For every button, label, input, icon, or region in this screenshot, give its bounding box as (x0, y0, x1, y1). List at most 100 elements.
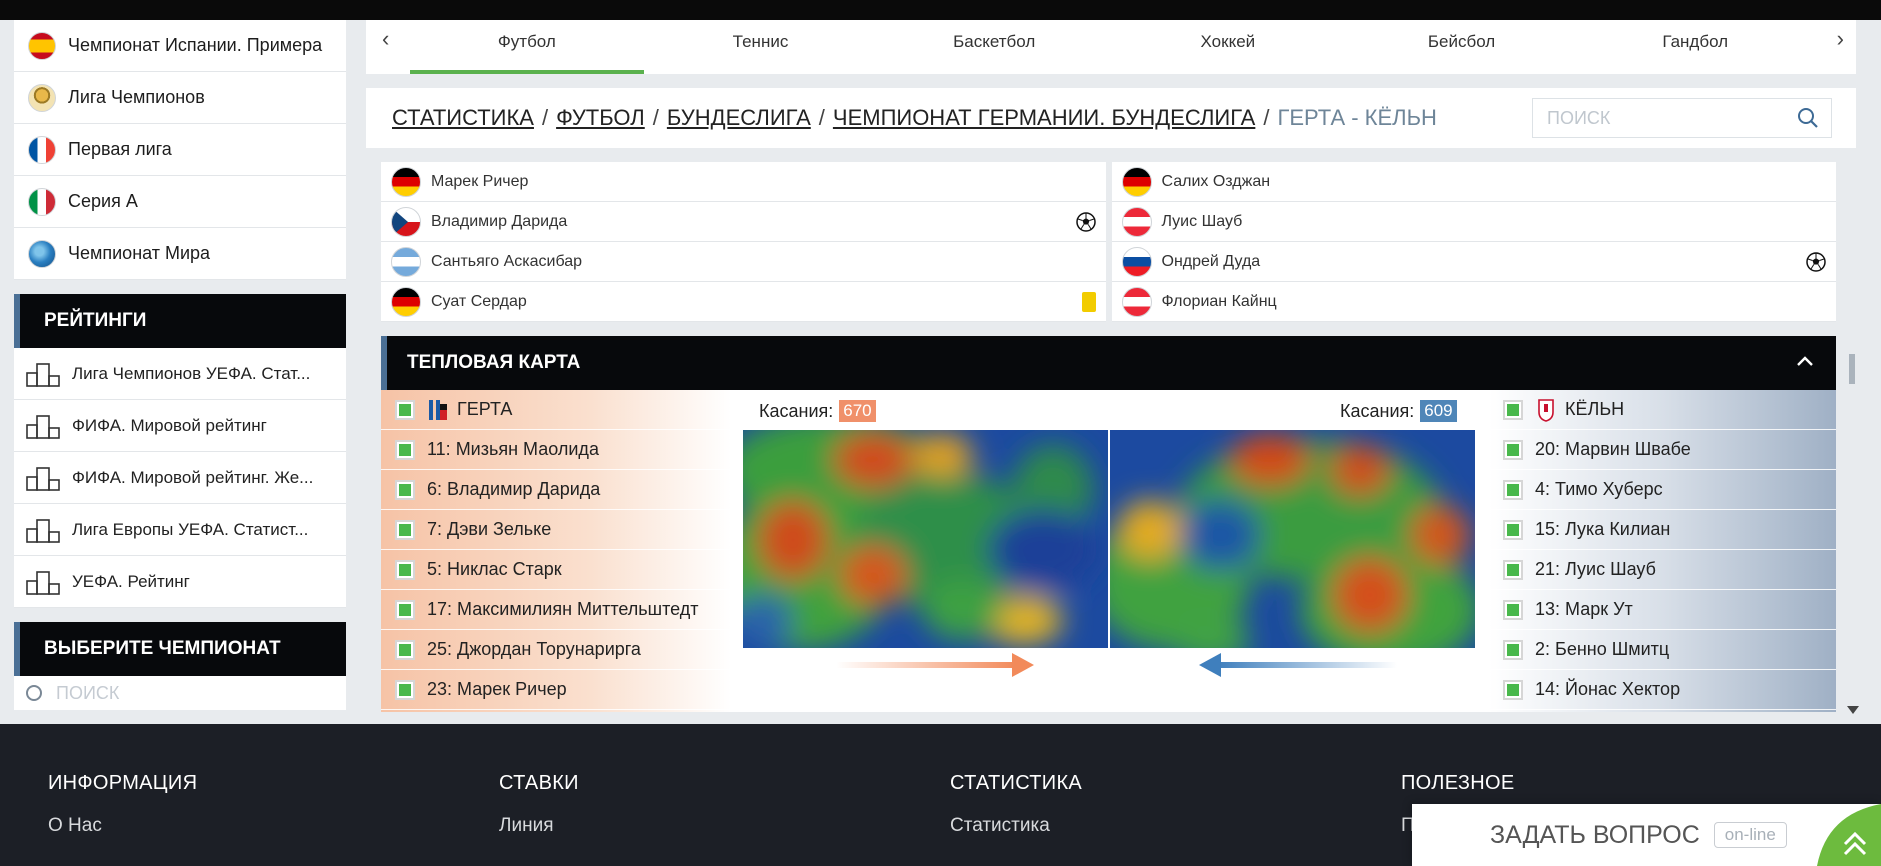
checkbox[interactable] (1503, 599, 1523, 620)
checkbox[interactable] (395, 679, 415, 700)
footer-link[interactable]: Статистика (950, 815, 1082, 837)
home-player-toggle[interactable]: 23: Марек Ричер (381, 670, 731, 710)
away-touches: Касания: 609 (1340, 400, 1457, 422)
sidebar-rating-item[interactable]: УЕФА. Рейтинг (14, 556, 346, 608)
ask-question-widget[interactable]: ЗАДАТЬ ВОПРОС on-line (1412, 804, 1881, 866)
chevron-right-icon[interactable]: › (1837, 26, 1844, 52)
slovakia-flag-icon (1121, 246, 1152, 277)
podium-icon (26, 362, 60, 387)
search-icon[interactable] (1797, 107, 1819, 129)
checkbox[interactable] (1503, 639, 1523, 660)
checkbox[interactable] (395, 519, 415, 540)
away-touches-count: 609 (1420, 400, 1457, 422)
away-team-toggle[interactable]: КЁЛЬН (1489, 390, 1836, 430)
home-player-toggle[interactable]: 11: Мизьян Маолида (381, 430, 731, 470)
home-player-toggle[interactable]: 5: Никлас Старк (381, 550, 731, 590)
lineups: Марек Ричер Владимир Дарида Сантьяго Аск… (381, 162, 1836, 322)
footer-link[interactable]: О Нас (48, 815, 197, 837)
player-name: 23: Марек Ричер (427, 679, 567, 699)
search-input[interactable]: ПОИСК (1532, 98, 1832, 138)
austria-flag-icon (1121, 206, 1152, 237)
checkbox[interactable] (1503, 399, 1523, 420)
rating-label: УЕФА. Рейтинг (72, 571, 190, 591)
scrollbar-thumb[interactable] (1849, 354, 1855, 384)
heatmap-heading[interactable]: ТЕПЛОВАЯ КАРТА (381, 336, 1836, 390)
lineup-row[interactable]: Марек Ричер (381, 162, 1106, 202)
home-touches-label: Касания: (759, 400, 834, 421)
checkbox[interactable] (395, 439, 415, 460)
checkbox[interactable] (395, 479, 415, 500)
sidebar-search-input[interactable]: ПОИСК (14, 676, 346, 710)
top-bar (0, 0, 1881, 20)
checkbox[interactable] (1503, 479, 1523, 500)
home-player-toggle[interactable]: 6: Владимир Дарида (381, 470, 731, 510)
sidebar-league-champions[interactable]: Лига Чемпионов (14, 72, 346, 124)
away-player-toggle[interactable]: 20: Марвин Швабе (1489, 430, 1836, 470)
breadcrumb-bundesliga[interactable]: БУНДЕСЛИГА (667, 105, 811, 131)
footer-link[interactable]: Линия (499, 815, 579, 837)
away-heatmap (1110, 430, 1475, 648)
sidebar-rating-item[interactable]: ФИФА. Мировой рейтинг. Же... (14, 452, 346, 504)
chevron-up-double-icon[interactable] (1817, 804, 1881, 866)
sidebar-league-italy[interactable]: Серия А (14, 176, 346, 228)
checkbox[interactable] (395, 399, 415, 420)
yellow-card-icon (1081, 292, 1096, 312)
lineup-row[interactable]: Флориан Кайнц (1111, 282, 1836, 322)
lineup-row[interactable]: Сантьяго Аскасибар (381, 242, 1106, 282)
sidebar-league-france[interactable]: Первая лига (14, 124, 346, 176)
player-name: 13: Марк Ут (1535, 599, 1633, 619)
checkbox[interactable] (1503, 559, 1523, 580)
podium-icon (26, 518, 60, 543)
tab-hockey[interactable]: Хоккей (1111, 20, 1345, 74)
tab-baseball[interactable]: Бейсбол (1345, 20, 1579, 74)
tab-basketball[interactable]: Баскетбол (877, 20, 1111, 74)
home-player-toggle[interactable]: 25: Джордан Торунарирга (381, 630, 731, 670)
player-name: 11: Мизьян Маолида (427, 439, 599, 459)
tab-tennis[interactable]: Теннис (644, 20, 878, 74)
home-player-toggle[interactable]: 17: Максимилиян Миттельштедт (381, 590, 731, 630)
checkbox[interactable] (1503, 679, 1523, 700)
home-player-toggle[interactable]: 7: Дэви Зельке (381, 510, 731, 550)
germany-flag-icon (391, 286, 421, 317)
main-content: ‹ Футбол Теннис Баскетбол Хоккей Бейсбол… (366, 20, 1856, 712)
rating-label: Лига Европы УЕФА. Статист... (72, 519, 309, 539)
away-player-toggle[interactable]: 13: Марк Ут (1489, 590, 1836, 630)
tab-handball[interactable]: Гандбол (1578, 20, 1812, 74)
player-name: 15: Лука Килиан (1535, 519, 1671, 539)
checkbox[interactable] (1503, 519, 1523, 540)
breadcrumb-statistics[interactable]: СТАТИСТИКА (392, 105, 534, 131)
away-player-toggle[interactable]: 15: Лука Килиан (1489, 510, 1836, 550)
lineup-row[interactable]: Владимир Дарида (381, 202, 1106, 242)
away-player-toggle[interactable]: 14: Йонас Хектор (1489, 670, 1836, 710)
heatmap-panel: ГЕРТА 11: Мизьян Маолида 6: Владимир Дар… (381, 390, 1836, 712)
breadcrumb-football[interactable]: ФУТБОЛ (556, 105, 645, 131)
tab-football[interactable]: Футбол (410, 20, 644, 74)
home-team-toggle[interactable]: ГЕРТА (381, 390, 731, 430)
sidebar-league-spain[interactable]: Чемпионат Испании. Примера (14, 20, 346, 72)
away-player-toggle[interactable]: 4: Тимо Хуберс (1489, 470, 1836, 510)
checkbox[interactable] (395, 599, 415, 620)
footer-col-bets: СТАВКИ Линия (499, 772, 579, 837)
sidebar-league-world[interactable]: Чемпионат Мира (14, 228, 346, 280)
away-player-toggle[interactable]: 21: Луис Шауб (1489, 550, 1836, 590)
checkbox[interactable] (1503, 439, 1523, 460)
lineup-row[interactable]: Суат Сердар (381, 282, 1106, 322)
away-player-toggle[interactable]: 2: Бенно Шмитц (1489, 630, 1836, 670)
breadcrumb: СТАТИСТИКА / ФУТБОЛ / БУНДЕСЛИГА / ЧЕМПИ… (366, 88, 1856, 148)
lineup-row[interactable]: Ондрей Дуда (1111, 242, 1836, 282)
player-name: 20: Марвин Швабе (1535, 439, 1691, 459)
checkbox[interactable] (395, 639, 415, 660)
chevron-up-icon[interactable] (1796, 352, 1814, 370)
sidebar-rating-item[interactable]: Лига Европы УЕФА. Статист... (14, 504, 346, 556)
sidebar-rating-item[interactable]: Лига Чемпионов УЕФА. Стат... (14, 348, 346, 400)
germany-flag-icon (1121, 166, 1152, 197)
scroll-down-icon[interactable] (1847, 706, 1859, 714)
sidebar-rating-item[interactable]: ФИФА. Мировой рейтинг (14, 400, 346, 452)
lineup-row[interactable]: Салих Озджан (1111, 162, 1836, 202)
rating-label: ФИФА. Мировой рейтинг. Же... (72, 467, 314, 487)
lineup-row[interactable]: Луис Шауб (1111, 202, 1836, 242)
breadcrumb-german-championship[interactable]: ЧЕМПИОНАТ ГЕРМАНИИ. БУНДЕСЛИГА (833, 105, 1255, 131)
away-team-name: КЁЛЬН (1565, 399, 1625, 419)
checkbox[interactable] (395, 559, 415, 580)
chevron-left-icon[interactable]: ‹ (382, 26, 389, 52)
